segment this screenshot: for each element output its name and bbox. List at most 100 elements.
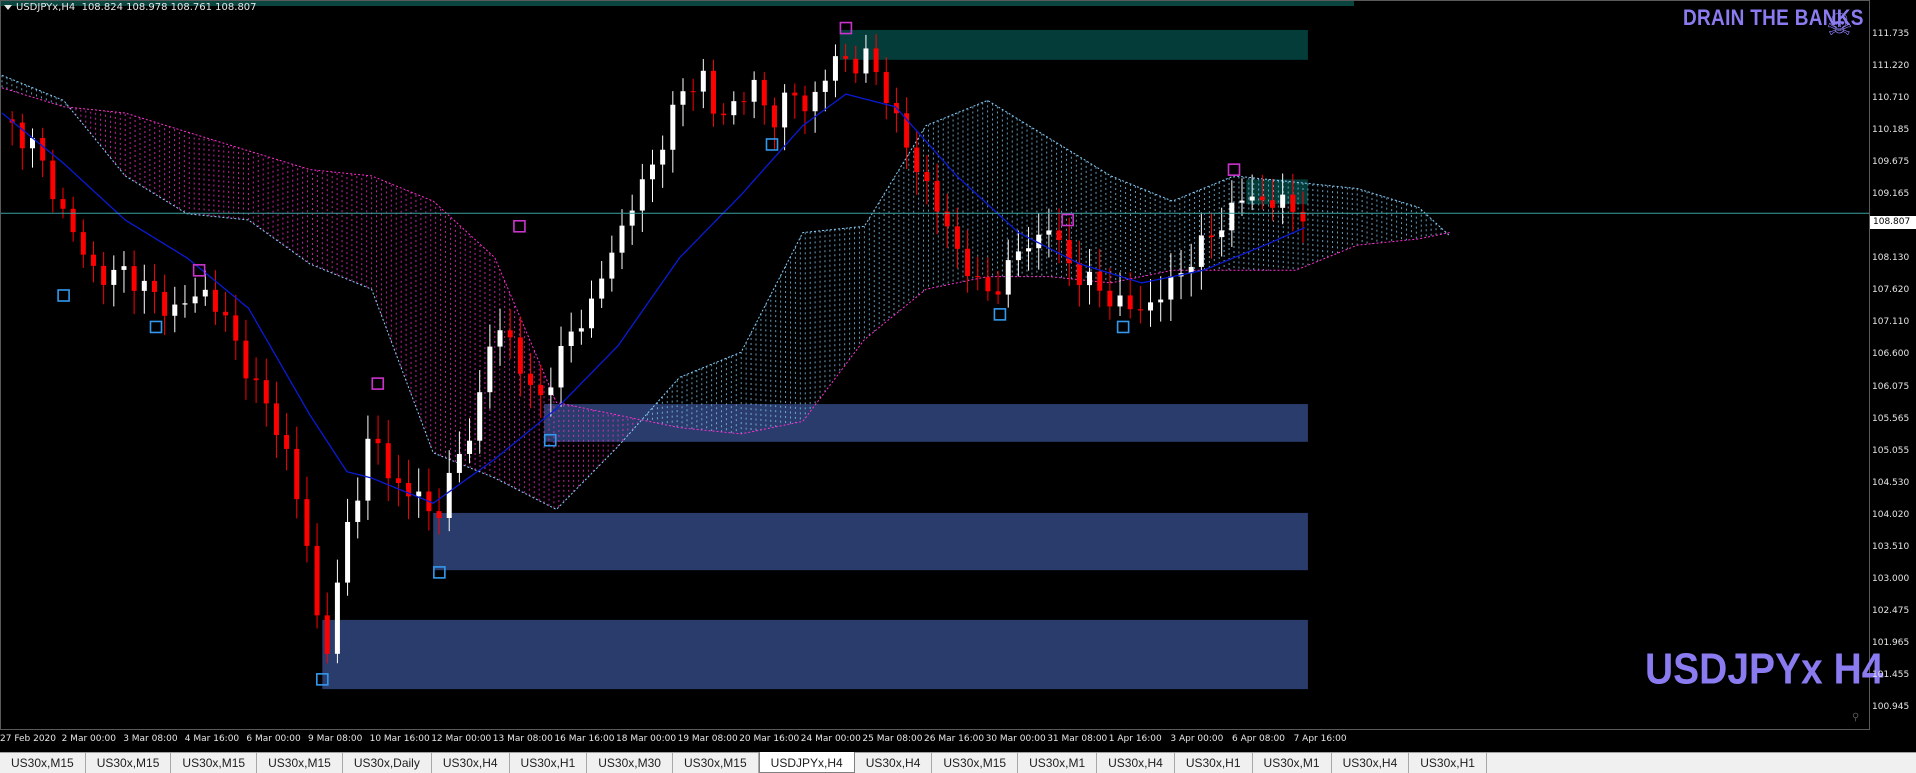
bear-candle bbox=[1137, 309, 1143, 311]
price-tick-label: 111.735 bbox=[1872, 29, 1910, 39]
supply-zone-1 bbox=[1246, 179, 1308, 205]
chart-tab-8[interactable]: US30x,M15 bbox=[673, 753, 759, 773]
chart-tab-17[interactable]: US30x,H1 bbox=[1409, 753, 1487, 773]
bear-candle bbox=[1270, 200, 1275, 208]
bull-candle bbox=[467, 440, 473, 454]
time-tick-label: 1 Apr 16:00 bbox=[1108, 734, 1162, 744]
bear-candle bbox=[690, 91, 696, 93]
bear-candle bbox=[853, 58, 859, 74]
supply-zone-0 bbox=[839, 29, 1308, 60]
time-tick-label: 10 Mar 16:00 bbox=[369, 734, 430, 744]
cloud-span-a-line bbox=[1, 74, 1450, 511]
bear-candle bbox=[965, 248, 971, 277]
bull-candle bbox=[1117, 295, 1123, 307]
price-tick-label: 103.000 bbox=[1872, 573, 1910, 584]
price-tick-label: 107.110 bbox=[1872, 317, 1910, 328]
bull-candle bbox=[812, 91, 818, 112]
bear-candle bbox=[151, 280, 157, 292]
bear-candle bbox=[253, 378, 259, 381]
chart-tab-3[interactable]: US30x,M15 bbox=[257, 753, 343, 773]
bull-candle bbox=[863, 48, 869, 74]
chart-tab-13[interactable]: US30x,H4 bbox=[1097, 753, 1175, 773]
time-tick-label: 16 Mar 16:00 bbox=[554, 734, 615, 744]
bear-candle bbox=[721, 113, 727, 116]
chart-tab-1[interactable]: US30x,M15 bbox=[86, 753, 172, 773]
bear-candle bbox=[761, 79, 767, 106]
bull-candle bbox=[192, 296, 198, 304]
chart-tab-0[interactable]: US30x,M15 bbox=[0, 753, 86, 773]
fractal-low-marker bbox=[149, 320, 163, 334]
bull-candle bbox=[1280, 194, 1286, 208]
bull-candle bbox=[751, 79, 757, 102]
bull-candle bbox=[660, 149, 666, 165]
price-axis[interactable]: 111.735 111.220 110.710 110.185 109.675 109.1… bbox=[1870, 0, 1916, 730]
demand-zone-4 bbox=[322, 619, 1308, 690]
chart-tab-10[interactable]: US30x,H4 bbox=[855, 753, 933, 773]
bear-candle bbox=[934, 181, 940, 212]
bull-candle bbox=[548, 387, 554, 396]
chart-tab-5[interactable]: US30x,H4 bbox=[432, 753, 510, 773]
bull-candle bbox=[649, 164, 655, 180]
bull-candle bbox=[700, 70, 706, 92]
price-tick-label: 109.675 bbox=[1872, 157, 1910, 168]
chart-shift-icon[interactable]: ⚲ bbox=[1852, 712, 1859, 723]
bull-candle bbox=[558, 345, 564, 388]
bear-candle bbox=[1209, 235, 1215, 238]
bull-candle bbox=[568, 331, 574, 346]
demand-zone-3 bbox=[433, 512, 1308, 571]
price-tick-label: 110.185 bbox=[1872, 125, 1910, 136]
bear-candle bbox=[436, 511, 442, 518]
time-tick-label: 7 Apr 16:00 bbox=[1293, 734, 1347, 744]
fractal-low-marker bbox=[993, 308, 1007, 321]
bull-candle bbox=[1158, 299, 1164, 303]
bull-candle bbox=[182, 303, 188, 305]
bull-candle bbox=[121, 266, 127, 270]
time-tick-label: 6 Apr 08:00 bbox=[1232, 734, 1285, 744]
price-tick-label: 102.475 bbox=[1872, 605, 1910, 616]
chart-tab-7[interactable]: US30x,M30 bbox=[587, 753, 673, 773]
bear-candle bbox=[1097, 271, 1103, 291]
time-tick-label: 26 Mar 16:00 bbox=[924, 734, 985, 744]
chart-tab-15[interactable]: US30x,M1 bbox=[1253, 753, 1332, 773]
bear-candle bbox=[19, 122, 25, 149]
price-tick-label: 110.710 bbox=[1872, 93, 1910, 104]
bear-candle bbox=[233, 315, 239, 341]
bear-candle bbox=[273, 403, 279, 436]
price-chart[interactable] bbox=[0, 0, 1870, 730]
time-axis[interactable]: 27 Feb 2020 2 Mar 00:00 3 Mar 08:00 4 Mar 1… bbox=[0, 730, 1870, 750]
bear-candle bbox=[924, 172, 930, 182]
chart-tab-6[interactable]: US30x,H1 bbox=[510, 753, 588, 773]
time-tick-label: 12 Mar 00:00 bbox=[431, 734, 492, 744]
time-tick-label: 30 Mar 00:00 bbox=[985, 734, 1046, 744]
bear-candle bbox=[538, 384, 544, 396]
bear-candle bbox=[802, 95, 808, 112]
bear-candle bbox=[162, 291, 168, 316]
bull-candle bbox=[477, 392, 483, 441]
chart-tab-12[interactable]: US30x,M1 bbox=[1018, 753, 1098, 773]
bear-candle bbox=[80, 232, 86, 255]
bull-candle bbox=[172, 304, 178, 316]
fractal-high-marker bbox=[1061, 213, 1074, 227]
chart-window[interactable]: USDJPYx,H4 108.824 108.978 108.761 108.8… bbox=[0, 0, 1916, 752]
bear-candle bbox=[90, 254, 96, 266]
skull-crossbones-icon: ☠ bbox=[1826, 8, 1853, 43]
bear-candle bbox=[873, 48, 879, 72]
price-tick-label: 103.510 bbox=[1872, 541, 1910, 552]
bull-candle bbox=[1148, 302, 1154, 311]
chart-tab-4[interactable]: US30x,Daily bbox=[343, 753, 432, 773]
bear-candle bbox=[101, 265, 107, 285]
chart-tab-14[interactable]: US30x,H1 bbox=[1175, 753, 1253, 773]
chart-tab-16[interactable]: US30x,H4 bbox=[1332, 753, 1410, 773]
bull-candle bbox=[578, 328, 584, 332]
time-tick-label: 25 Mar 08:00 bbox=[862, 734, 923, 744]
chart-tab-9[interactable]: USDJPYx,H4 bbox=[758, 752, 855, 773]
bear-candle bbox=[710, 70, 716, 114]
bull-candle bbox=[446, 472, 452, 518]
chart-tab-11[interactable]: US30x,M15 bbox=[932, 753, 1019, 773]
bear-candle bbox=[995, 291, 1001, 295]
dropdown-triangle-icon[interactable] bbox=[4, 4, 12, 10]
price-tick-label: 101.965 bbox=[1872, 637, 1910, 648]
chart-tab-2[interactable]: US30x,M15 bbox=[171, 753, 258, 773]
bear-candle bbox=[60, 199, 66, 209]
bear-candle bbox=[70, 208, 76, 233]
